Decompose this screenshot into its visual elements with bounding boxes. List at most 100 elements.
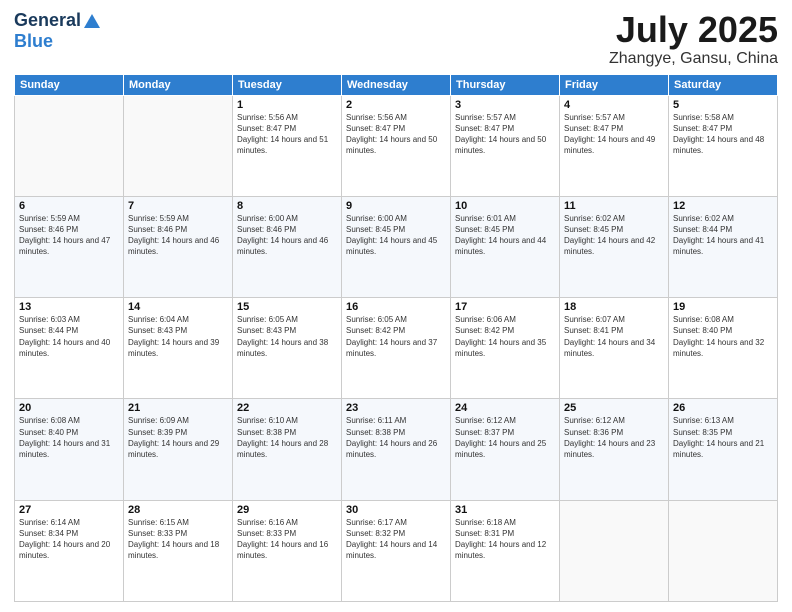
weekday-header-thursday: Thursday [451, 74, 560, 95]
logo-triangle-icon [83, 12, 101, 30]
day-detail: Sunrise: 6:16 AM Sunset: 8:33 PM Dayligh… [237, 517, 337, 562]
calendar-day-11: 11Sunrise: 6:02 AM Sunset: 8:45 PM Dayli… [560, 196, 669, 297]
calendar-day-25: 25Sunrise: 6:12 AM Sunset: 8:36 PM Dayli… [560, 399, 669, 500]
day-number: 29 [237, 504, 337, 516]
day-detail: Sunrise: 6:08 AM Sunset: 8:40 PM Dayligh… [673, 314, 773, 359]
day-detail: Sunrise: 6:02 AM Sunset: 8:44 PM Dayligh… [673, 213, 773, 258]
logo-blue-text: Blue [14, 31, 53, 52]
calendar-day-15: 15Sunrise: 6:05 AM Sunset: 8:43 PM Dayli… [233, 298, 342, 399]
day-number: 18 [564, 301, 664, 313]
day-number: 2 [346, 99, 446, 111]
day-number: 23 [346, 402, 446, 414]
day-number: 31 [455, 504, 555, 516]
day-detail: Sunrise: 6:12 AM Sunset: 8:36 PM Dayligh… [564, 415, 664, 460]
day-number: 1 [237, 99, 337, 111]
calendar-week-row: 20Sunrise: 6:08 AM Sunset: 8:40 PM Dayli… [15, 399, 778, 500]
day-number: 30 [346, 504, 446, 516]
day-detail: Sunrise: 6:05 AM Sunset: 8:42 PM Dayligh… [346, 314, 446, 359]
day-detail: Sunrise: 6:06 AM Sunset: 8:42 PM Dayligh… [455, 314, 555, 359]
day-number: 10 [455, 200, 555, 212]
calendar-day-9: 9Sunrise: 6:00 AM Sunset: 8:45 PM Daylig… [342, 196, 451, 297]
day-detail: Sunrise: 5:59 AM Sunset: 8:46 PM Dayligh… [128, 213, 228, 258]
day-detail: Sunrise: 5:57 AM Sunset: 8:47 PM Dayligh… [564, 112, 664, 157]
calendar-day-21: 21Sunrise: 6:09 AM Sunset: 8:39 PM Dayli… [124, 399, 233, 500]
day-number: 22 [237, 402, 337, 414]
weekday-header-sunday: Sunday [15, 74, 124, 95]
title-block: July 2025 Zhangye, Gansu, China [609, 10, 778, 68]
day-number: 25 [564, 402, 664, 414]
calendar-day-12: 12Sunrise: 6:02 AM Sunset: 8:44 PM Dayli… [669, 196, 778, 297]
day-detail: Sunrise: 6:09 AM Sunset: 8:39 PM Dayligh… [128, 415, 228, 460]
calendar-day-26: 26Sunrise: 6:13 AM Sunset: 8:35 PM Dayli… [669, 399, 778, 500]
weekday-header-tuesday: Tuesday [233, 74, 342, 95]
calendar-day-23: 23Sunrise: 6:11 AM Sunset: 8:38 PM Dayli… [342, 399, 451, 500]
calendar-location: Zhangye, Gansu, China [609, 50, 778, 68]
calendar-empty-cell [15, 95, 124, 196]
weekday-header-wednesday: Wednesday [342, 74, 451, 95]
weekday-header-friday: Friday [560, 74, 669, 95]
calendar-day-29: 29Sunrise: 6:16 AM Sunset: 8:33 PM Dayli… [233, 500, 342, 601]
calendar-day-22: 22Sunrise: 6:10 AM Sunset: 8:38 PM Dayli… [233, 399, 342, 500]
calendar-day-3: 3Sunrise: 5:57 AM Sunset: 8:47 PM Daylig… [451, 95, 560, 196]
day-number: 4 [564, 99, 664, 111]
day-detail: Sunrise: 6:15 AM Sunset: 8:33 PM Dayligh… [128, 517, 228, 562]
day-number: 13 [19, 301, 119, 313]
calendar-day-16: 16Sunrise: 6:05 AM Sunset: 8:42 PM Dayli… [342, 298, 451, 399]
calendar-day-24: 24Sunrise: 6:12 AM Sunset: 8:37 PM Dayli… [451, 399, 560, 500]
day-number: 8 [237, 200, 337, 212]
calendar-day-13: 13Sunrise: 6:03 AM Sunset: 8:44 PM Dayli… [15, 298, 124, 399]
day-number: 14 [128, 301, 228, 313]
day-detail: Sunrise: 6:00 AM Sunset: 8:45 PM Dayligh… [346, 213, 446, 258]
logo-general-text: General [14, 10, 81, 31]
calendar-day-5: 5Sunrise: 5:58 AM Sunset: 8:47 PM Daylig… [669, 95, 778, 196]
calendar-week-row: 27Sunrise: 6:14 AM Sunset: 8:34 PM Dayli… [15, 500, 778, 601]
day-detail: Sunrise: 6:17 AM Sunset: 8:32 PM Dayligh… [346, 517, 446, 562]
day-detail: Sunrise: 5:56 AM Sunset: 8:47 PM Dayligh… [237, 112, 337, 157]
calendar-day-4: 4Sunrise: 5:57 AM Sunset: 8:47 PM Daylig… [560, 95, 669, 196]
day-number: 7 [128, 200, 228, 212]
calendar-day-18: 18Sunrise: 6:07 AM Sunset: 8:41 PM Dayli… [560, 298, 669, 399]
calendar-day-2: 2Sunrise: 5:56 AM Sunset: 8:47 PM Daylig… [342, 95, 451, 196]
calendar-day-6: 6Sunrise: 5:59 AM Sunset: 8:46 PM Daylig… [15, 196, 124, 297]
day-number: 24 [455, 402, 555, 414]
day-number: 21 [128, 402, 228, 414]
calendar-day-20: 20Sunrise: 6:08 AM Sunset: 8:40 PM Dayli… [15, 399, 124, 500]
calendar-empty-cell [560, 500, 669, 601]
day-detail: Sunrise: 6:07 AM Sunset: 8:41 PM Dayligh… [564, 314, 664, 359]
header: General Blue July 2025 Zhangye, Gansu, C… [14, 10, 778, 68]
day-detail: Sunrise: 6:00 AM Sunset: 8:46 PM Dayligh… [237, 213, 337, 258]
calendar-day-14: 14Sunrise: 6:04 AM Sunset: 8:43 PM Dayli… [124, 298, 233, 399]
day-detail: Sunrise: 6:05 AM Sunset: 8:43 PM Dayligh… [237, 314, 337, 359]
day-number: 17 [455, 301, 555, 313]
day-detail: Sunrise: 5:59 AM Sunset: 8:46 PM Dayligh… [19, 213, 119, 258]
day-detail: Sunrise: 6:18 AM Sunset: 8:31 PM Dayligh… [455, 517, 555, 562]
logo: General Blue [14, 10, 101, 52]
day-detail: Sunrise: 6:04 AM Sunset: 8:43 PM Dayligh… [128, 314, 228, 359]
day-number: 5 [673, 99, 773, 111]
day-number: 6 [19, 200, 119, 212]
day-number: 20 [19, 402, 119, 414]
day-number: 26 [673, 402, 773, 414]
day-detail: Sunrise: 6:11 AM Sunset: 8:38 PM Dayligh… [346, 415, 446, 460]
calendar-day-27: 27Sunrise: 6:14 AM Sunset: 8:34 PM Dayli… [15, 500, 124, 601]
calendar-day-31: 31Sunrise: 6:18 AM Sunset: 8:31 PM Dayli… [451, 500, 560, 601]
calendar-day-30: 30Sunrise: 6:17 AM Sunset: 8:32 PM Dayli… [342, 500, 451, 601]
day-detail: Sunrise: 5:57 AM Sunset: 8:47 PM Dayligh… [455, 112, 555, 157]
calendar-week-row: 6Sunrise: 5:59 AM Sunset: 8:46 PM Daylig… [15, 196, 778, 297]
day-detail: Sunrise: 6:03 AM Sunset: 8:44 PM Dayligh… [19, 314, 119, 359]
weekday-header-saturday: Saturday [669, 74, 778, 95]
day-detail: Sunrise: 5:56 AM Sunset: 8:47 PM Dayligh… [346, 112, 446, 157]
weekday-header-monday: Monday [124, 74, 233, 95]
day-number: 16 [346, 301, 446, 313]
day-detail: Sunrise: 6:13 AM Sunset: 8:35 PM Dayligh… [673, 415, 773, 460]
calendar-day-7: 7Sunrise: 5:59 AM Sunset: 8:46 PM Daylig… [124, 196, 233, 297]
day-number: 11 [564, 200, 664, 212]
calendar-empty-cell [124, 95, 233, 196]
calendar-day-10: 10Sunrise: 6:01 AM Sunset: 8:45 PM Dayli… [451, 196, 560, 297]
day-detail: Sunrise: 6:12 AM Sunset: 8:37 PM Dayligh… [455, 415, 555, 460]
weekday-header-row: SundayMondayTuesdayWednesdayThursdayFrid… [15, 74, 778, 95]
day-number: 12 [673, 200, 773, 212]
day-detail: Sunrise: 6:02 AM Sunset: 8:45 PM Dayligh… [564, 213, 664, 258]
day-detail: Sunrise: 6:10 AM Sunset: 8:38 PM Dayligh… [237, 415, 337, 460]
day-number: 3 [455, 99, 555, 111]
